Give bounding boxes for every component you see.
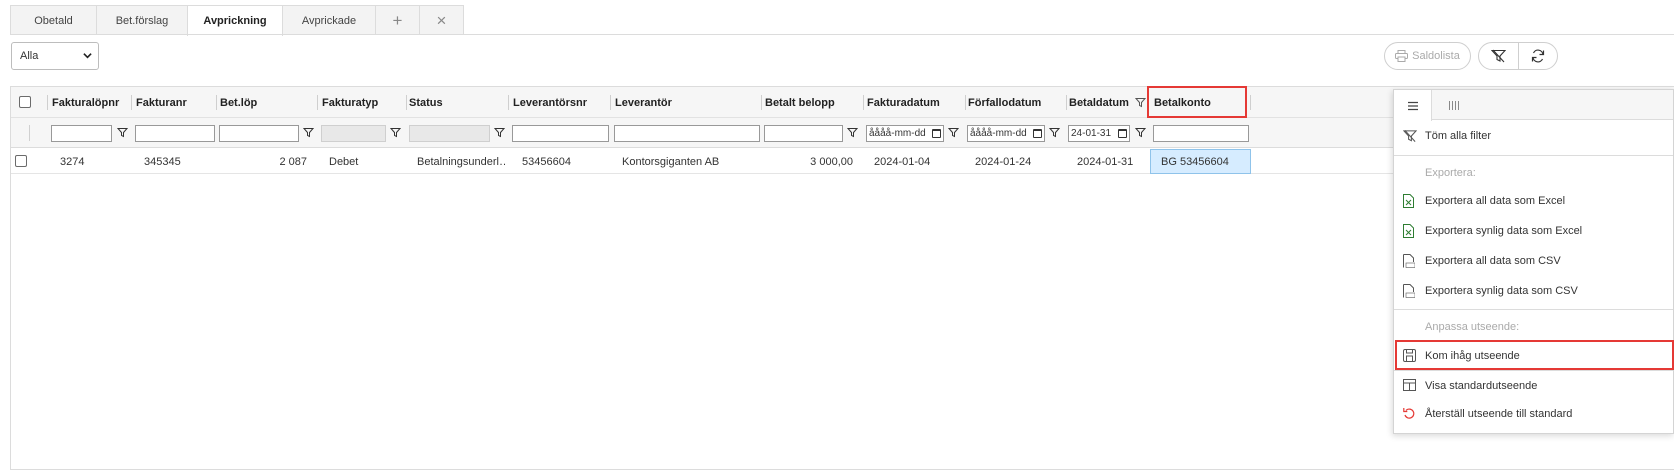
filter-leverantor[interactable] <box>614 125 760 142</box>
filter-icon[interactable] <box>390 127 401 138</box>
menu-tabs <box>1394 90 1673 121</box>
csv-file-icon <box>1403 284 1415 298</box>
refresh-icon <box>1531 49 1544 63</box>
cell-fakturatyp[interactable]: Debet <box>329 149 401 174</box>
printer-icon <box>1395 50 1409 62</box>
menu-heading-export: Exportera: <box>1425 167 1476 179</box>
cell-status[interactable]: Betalningsunderl… <box>417 149 505 174</box>
status-filter-select[interactable]: Alla <box>11 42 99 70</box>
filter-leverantorsnr[interactable] <box>512 125 609 142</box>
plus-icon: + <box>392 10 403 30</box>
cell-fakturadatum[interactable]: 2024-01-04 <box>874 149 959 174</box>
filter-icon[interactable] <box>494 127 505 138</box>
col-betaldatum[interactable]: Betaldatum <box>1065 87 1148 118</box>
menu-item-export-visible-csv[interactable]: Exportera synlig data som CSV <box>1394 277 1673 305</box>
cell-forfallodatum[interactable]: 2024-01-24 <box>975 149 1060 174</box>
col-leverantorsnr[interactable]: Leverantörsnr <box>509 87 610 118</box>
highlight-remember-appearance <box>1395 340 1674 370</box>
clear-filter-icon <box>1403 130 1417 142</box>
select-all-checkbox[interactable] <box>19 96 31 108</box>
filter-icon[interactable] <box>303 127 314 138</box>
filter-betalt-belopp[interactable] <box>764 125 843 142</box>
cell-betalt-belopp[interactable]: 3 000,00 <box>763 149 853 174</box>
col-leverantor[interactable]: Leverantör <box>611 87 761 118</box>
filter-fakturatyp <box>321 125 386 142</box>
column-menu: Töm alla filter Exportera: Exportera all… <box>1393 89 1674 434</box>
menu-item-export-all-excel[interactable]: Exportera all data som Excel <box>1394 187 1673 215</box>
col-fakturatyp[interactable]: Fakturatyp <box>318 87 406 118</box>
close-tab-button[interactable]: × <box>419 5 464 35</box>
hamburger-icon <box>1407 101 1418 110</box>
filter-icon[interactable] <box>948 127 959 138</box>
filter-fakturadatum[interactable]: åååå-mm-dd <box>866 125 944 142</box>
col-fakturanr[interactable]: Fakturanr <box>132 87 216 118</box>
col-betlop[interactable]: Bet.löp <box>216 87 317 118</box>
filter-fakturanr[interactable] <box>135 125 215 142</box>
cell-fakturalopnr[interactable]: 3274 <box>60 149 130 174</box>
filter-icon[interactable] <box>1135 127 1146 138</box>
cell-betlop[interactable]: 2 087 <box>219 149 307 174</box>
calendar-icon[interactable] <box>1033 129 1042 138</box>
add-tab-button[interactable]: + <box>375 5 420 35</box>
excel-file-icon <box>1403 224 1414 238</box>
col-fakturadatum[interactable]: Fakturadatum <box>863 87 965 118</box>
columns-icon <box>1449 100 1459 110</box>
filter-betaldatum[interactable]: 24-01-31 <box>1068 125 1130 142</box>
calendar-icon[interactable] <box>932 129 941 138</box>
highlight-betalkonto-header <box>1147 86 1247 118</box>
menu-item-clear-filters[interactable]: Töm alla filter <box>1394 122 1673 150</box>
cell-betaldatum[interactable]: 2024-01-31 <box>1077 149 1147 174</box>
clear-filter-button[interactable] <box>1479 43 1518 69</box>
clear-filter-icon <box>1490 49 1506 63</box>
menu-tab-columns[interactable] <box>1435 90 1473 120</box>
row-checkbox[interactable] <box>15 155 27 167</box>
filter-betlop[interactable] <box>219 125 299 142</box>
menu-item-show-default-appearance[interactable]: Visa standardutseende <box>1394 372 1673 400</box>
tab-avprickning[interactable]: Avprickning <box>187 5 283 36</box>
cell-leverantor[interactable]: Kontorsgiganten AB <box>622 149 757 174</box>
filter-icon[interactable] <box>847 127 858 138</box>
tab-avprickade[interactable]: Avprickade <box>282 5 376 35</box>
filter-icon[interactable] <box>117 127 128 138</box>
filter-status <box>409 125 490 142</box>
tab-obetald[interactable]: Obetald <box>10 5 97 35</box>
filter-fakturalopnr[interactable] <box>51 125 112 142</box>
refresh-button[interactable] <box>1517 43 1558 69</box>
undo-icon <box>1403 408 1415 419</box>
menu-item-export-visible-excel[interactable]: Exportera synlig data som Excel <box>1394 217 1673 245</box>
col-fakturalopnr[interactable]: Fakturalöpnr <box>48 87 130 118</box>
filter-forfallodatum[interactable]: åååå-mm-dd <box>967 125 1045 142</box>
menu-item-export-all-csv[interactable]: Exportera all data som CSV <box>1394 247 1673 275</box>
col-status[interactable]: Status <box>405 87 508 118</box>
saldolista-button[interactable]: Saldolista <box>1384 42 1471 70</box>
chevron-down-icon <box>83 53 92 59</box>
tab-divider <box>10 34 1674 35</box>
tab-bar: Obetald Bet.förslag Avprickning Avpricka… <box>10 5 464 36</box>
col-betalt-belopp[interactable]: Betalt belopp <box>761 87 863 118</box>
excel-file-icon <box>1403 194 1414 208</box>
grid-toolbar-group <box>1478 42 1558 70</box>
cell-betalkonto[interactable]: BG 53456604 <box>1150 149 1251 174</box>
tab-betforslag[interactable]: Bet.förslag <box>96 5 188 35</box>
filter-betalkonto[interactable] <box>1153 125 1249 142</box>
menu-heading-appearance: Anpassa utseende: <box>1425 321 1520 333</box>
filter-icon[interactable] <box>1049 127 1060 138</box>
calendar-icon[interactable] <box>1118 129 1127 138</box>
cell-leverantorsnr[interactable]: 53456604 <box>522 149 607 174</box>
close-icon: × <box>436 10 447 30</box>
layout-icon <box>1403 379 1416 391</box>
menu-item-reset-appearance[interactable]: Återställ utseende till standard <box>1394 400 1673 428</box>
filter-active-icon <box>1134 98 1146 108</box>
cell-fakturanr[interactable]: 345345 <box>144 149 214 174</box>
csv-file-icon <box>1403 254 1415 268</box>
col-forfallodatum[interactable]: Förfallodatum <box>964 87 1065 118</box>
menu-tab-general[interactable] <box>1394 90 1432 121</box>
